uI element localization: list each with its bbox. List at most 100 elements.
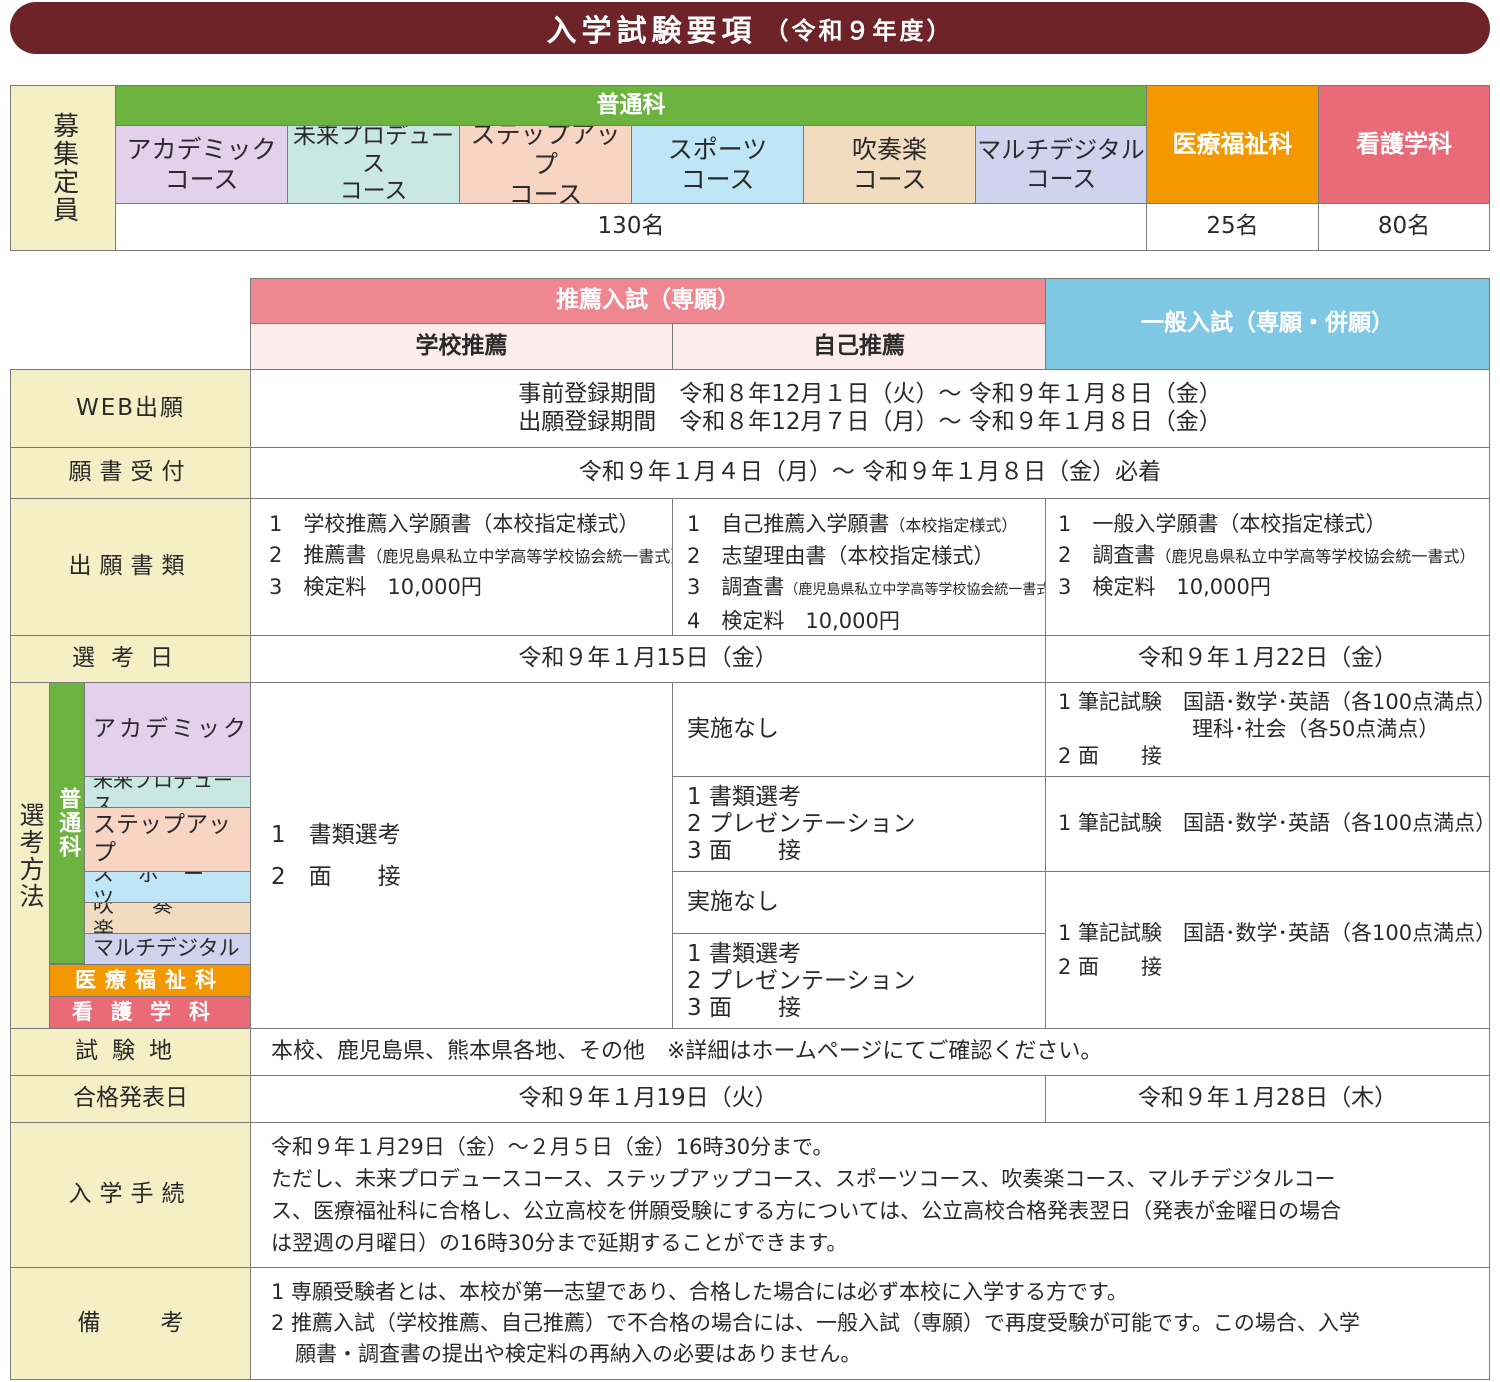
method-self-docs-1-l1: 1 書類選考 <box>687 783 801 810</box>
result-general: 令和９年１月28日（木） <box>1045 1075 1490 1123</box>
web-periods: 事前登録期間 令和８年12月１日（火）～ 令和９年１月８日（金） 出願登録期間 … <box>250 369 1490 448</box>
course-step-l1: ステップアップ <box>470 125 621 179</box>
date-label: 選考日 <box>10 635 251 683</box>
course-band: 吹奏楽 コース <box>803 125 976 204</box>
general-course-header: 普通科 <box>115 85 1147 126</box>
course-band-l1: 吹奏楽 <box>851 134 927 164</box>
welfare-count: 25名 <box>1146 203 1319 251</box>
general-exam-header: 一般入試（専願・併願） <box>1045 278 1490 370</box>
course-academic: アカデミック コース <box>115 125 288 204</box>
docs-self-l1a: 1 自己推薦入学願書 <box>687 512 890 536</box>
docs-school-l2: 2 推薦書（鹿児島県私立中学高等学校協会統一書式） <box>269 540 673 572</box>
method-welfare: 医療福祉科 <box>49 964 251 997</box>
notes-label: 備考 <box>10 1267 251 1380</box>
procedure-l2: ただし、未来プロデュースコース、ステップアップコース、スポーツコース、吹奏楽コー… <box>271 1167 1336 1191</box>
notes-l1: 1 専願受験者とは、本校が第一志望であり、合格した場合には必ず本校に入学する方で… <box>271 1280 1128 1304</box>
course-future-l2: コース <box>339 178 408 204</box>
place-text: 本校、鹿児島県、熊本県各地、その他 ※詳細はホームページにてご確認ください。 <box>250 1028 1490 1076</box>
place-label: 試験地 <box>10 1028 251 1076</box>
docs-school-l2a: 2 推薦書 <box>269 543 367 567</box>
course-step: ステップアップ コース <box>459 125 632 204</box>
procedure-l1: 令和９年１月29日（金）～２月５日（金）16時30分まで。 <box>271 1135 834 1159</box>
capacity-label: 募集定員 <box>10 85 116 251</box>
method-self-none-2: 実施なし <box>672 871 1046 934</box>
method-self-docs-1: 1 書類選考 2 プレゼンテーション 3 面 接 <box>672 776 1046 872</box>
docs-self-l1b: （本校指定様式） <box>889 516 1018 535</box>
method-general-academic: 1 筆記試験 国語･数学･英語（各100点満点） 理科･社会（各50点満点） 2… <box>1045 682 1490 777</box>
method-school: 1 書類選考 2 面 接 <box>250 682 673 1029</box>
docs-label: 出願書類 <box>10 498 251 636</box>
result-label: 合格発表日 <box>10 1075 251 1123</box>
docs-general-l3: 3 検定料 10,000円 <box>1058 575 1271 599</box>
method-course-future: 未来プロデュース <box>84 776 251 808</box>
page-title: 入学試験要項 （令和９年度） <box>10 2 1490 54</box>
method-self-docs-2-l2: 2 プレゼンテーション <box>687 967 916 994</box>
docs-self-l3: 3 調査書（鹿児島県私立中学高等学校協会統一書式） <box>687 572 1045 606</box>
method-school-l2: 2 面 接 <box>271 863 401 890</box>
method-school-l1: 1 書類選考 <box>271 821 401 848</box>
procedure-l4: は翌週の月曜日）の16時30分まで延期することができます。 <box>271 1231 848 1255</box>
course-digital-l2: コース <box>1025 164 1097 193</box>
method-general-academic-l3: 2 面 接 <box>1058 744 1163 768</box>
method-nursing: 看護学科 <box>49 996 251 1029</box>
method-general-academic-l2: 理科･社会（各50点満点） <box>1192 717 1440 741</box>
docs-general: 1 一般入学願書（本校指定様式） 2 調査書（鹿児島県私立中学高等学校協会統一書… <box>1045 498 1490 636</box>
course-future: 未来プロデュース コース <box>287 125 460 204</box>
docs-general-l1: 1 一般入学願書（本校指定様式） <box>1058 512 1387 536</box>
nursing-count: 80名 <box>1318 203 1490 251</box>
method-general-written-interview: 1 筆記試験 国語･数学･英語（各100点満点） 2 面 接 <box>1045 871 1490 1029</box>
web-line2: 出願登録期間 令和８年12月７日（月）～ 令和９年１月８日（金） <box>518 408 1222 435</box>
self-rec-header: 自己推薦 <box>672 323 1046 370</box>
docs-self-l3a: 3 調査書 <box>687 575 785 599</box>
course-academic-l1: アカデミック <box>126 134 277 164</box>
course-digital: マルチデジタル コース <box>975 125 1147 204</box>
method-general-academic-l1: 1 筆記試験 国語･数学･英語（各100点満点） <box>1058 690 1490 714</box>
docs-school-l2b: （鹿児島県私立中学高等学校協会統一書式） <box>366 547 673 566</box>
accept-text: 令和９年１月４日（月）～ 令和９年１月８日（金）必着 <box>250 447 1490 499</box>
method-general-written: 1 筆記試験 国語･数学･英語（各100点満点） <box>1045 776 1490 872</box>
method-course-digital: マルチデジタル <box>84 933 251 965</box>
course-digital-l1: マルチデジタル <box>977 135 1145 164</box>
method-self-docs-2-l3: 3 面 接 <box>687 994 801 1021</box>
date-general: 令和９年１月22日（金） <box>1045 635 1490 683</box>
course-band-l2: コース <box>852 164 927 194</box>
course-step-l2: コース <box>508 179 583 204</box>
method-general-wi-l1: 1 筆記試験 国語･数学･英語（各100点満点） <box>1058 921 1490 945</box>
docs-school-l1: 1 学校推薦入学願書（本校指定様式） <box>269 512 640 536</box>
general-count: 130名 <box>115 203 1147 251</box>
docs-self: 1 自己推薦入学願書（本校指定様式） 2 志望理由書（本校指定様式） 3 調査書… <box>672 498 1046 636</box>
recommend-header: 推薦入試（専願） <box>250 278 1046 324</box>
notes-l2: 2 推薦入試（学校推薦、自己推薦）で不合格の場合には、一般入試（専願）で再度受験… <box>271 1311 1360 1335</box>
docs-school: 1 学校推薦入学願書（本校指定様式） 2 推薦書（鹿児島県私立中学高等学校協会統… <box>250 498 673 636</box>
date-rec: 令和９年１月15日（金） <box>250 635 1046 683</box>
docs-self-l1: 1 自己推薦入学願書（本校指定様式） <box>687 509 1045 541</box>
docs-general-l2a: 2 調査書 <box>1058 543 1156 567</box>
docs-general-l2b: （鹿児島県私立中学高等学校協会統一書式） <box>1155 547 1476 566</box>
web-label: WEB出願 <box>10 369 251 448</box>
course-sports-l1: スポーツ <box>667 134 768 164</box>
method-general-label-text: 普通科 <box>55 787 81 859</box>
method-self-docs-1-l3: 3 面 接 <box>687 837 801 864</box>
title-main: 入学試験要項 <box>546 14 757 49</box>
title-sub: （令和９年度） <box>764 16 954 45</box>
course-sports-l2: コース <box>680 164 755 194</box>
accept-label: 願書受付 <box>10 447 251 499</box>
procedure-label: 入学手続 <box>10 1122 251 1268</box>
method-self-docs-2: 1 書類選考 2 プレゼンテーション 3 面 接 <box>672 933 1046 1029</box>
docs-self-l2: 2 志望理由書（本校指定様式） <box>687 544 995 568</box>
docs-general-l2: 2 調査書（鹿児島県私立中学高等学校協会統一書式） <box>1058 540 1475 572</box>
notes-l3: 願書・調査書の提出や検定料の再納入の必要はありません。 <box>295 1342 862 1366</box>
course-sports: スポーツ コース <box>631 125 804 204</box>
method-self-academic: 実施なし <box>672 682 1046 777</box>
method-label: 選考方法 <box>10 682 50 1029</box>
procedure-l3: ス、医療福祉科に合格し、公立高校を併願受験にする方については、公立高校合格発表翌… <box>271 1199 1342 1223</box>
result-rec: 令和９年１月19日（火） <box>250 1075 1046 1123</box>
course-future-l1: 未来プロデュース <box>293 125 454 177</box>
nursing-header: 看護学科 <box>1318 85 1490 204</box>
method-course-band: 吹奏楽 <box>84 902 251 934</box>
web-line1: 事前登録期間 令和８年12月１日（火）～ 令和９年１月８日（金） <box>518 380 1222 407</box>
method-self-docs-1-l2: 2 プレゼンテーション <box>687 810 916 837</box>
method-course-step: ステップアップ <box>84 807 251 872</box>
notes-text: 1 専願受験者とは、本校が第一志望であり、合格した場合には必ず本校に入学する方で… <box>250 1267 1490 1380</box>
method-general-wi-l2: 2 面 接 <box>1058 955 1163 979</box>
